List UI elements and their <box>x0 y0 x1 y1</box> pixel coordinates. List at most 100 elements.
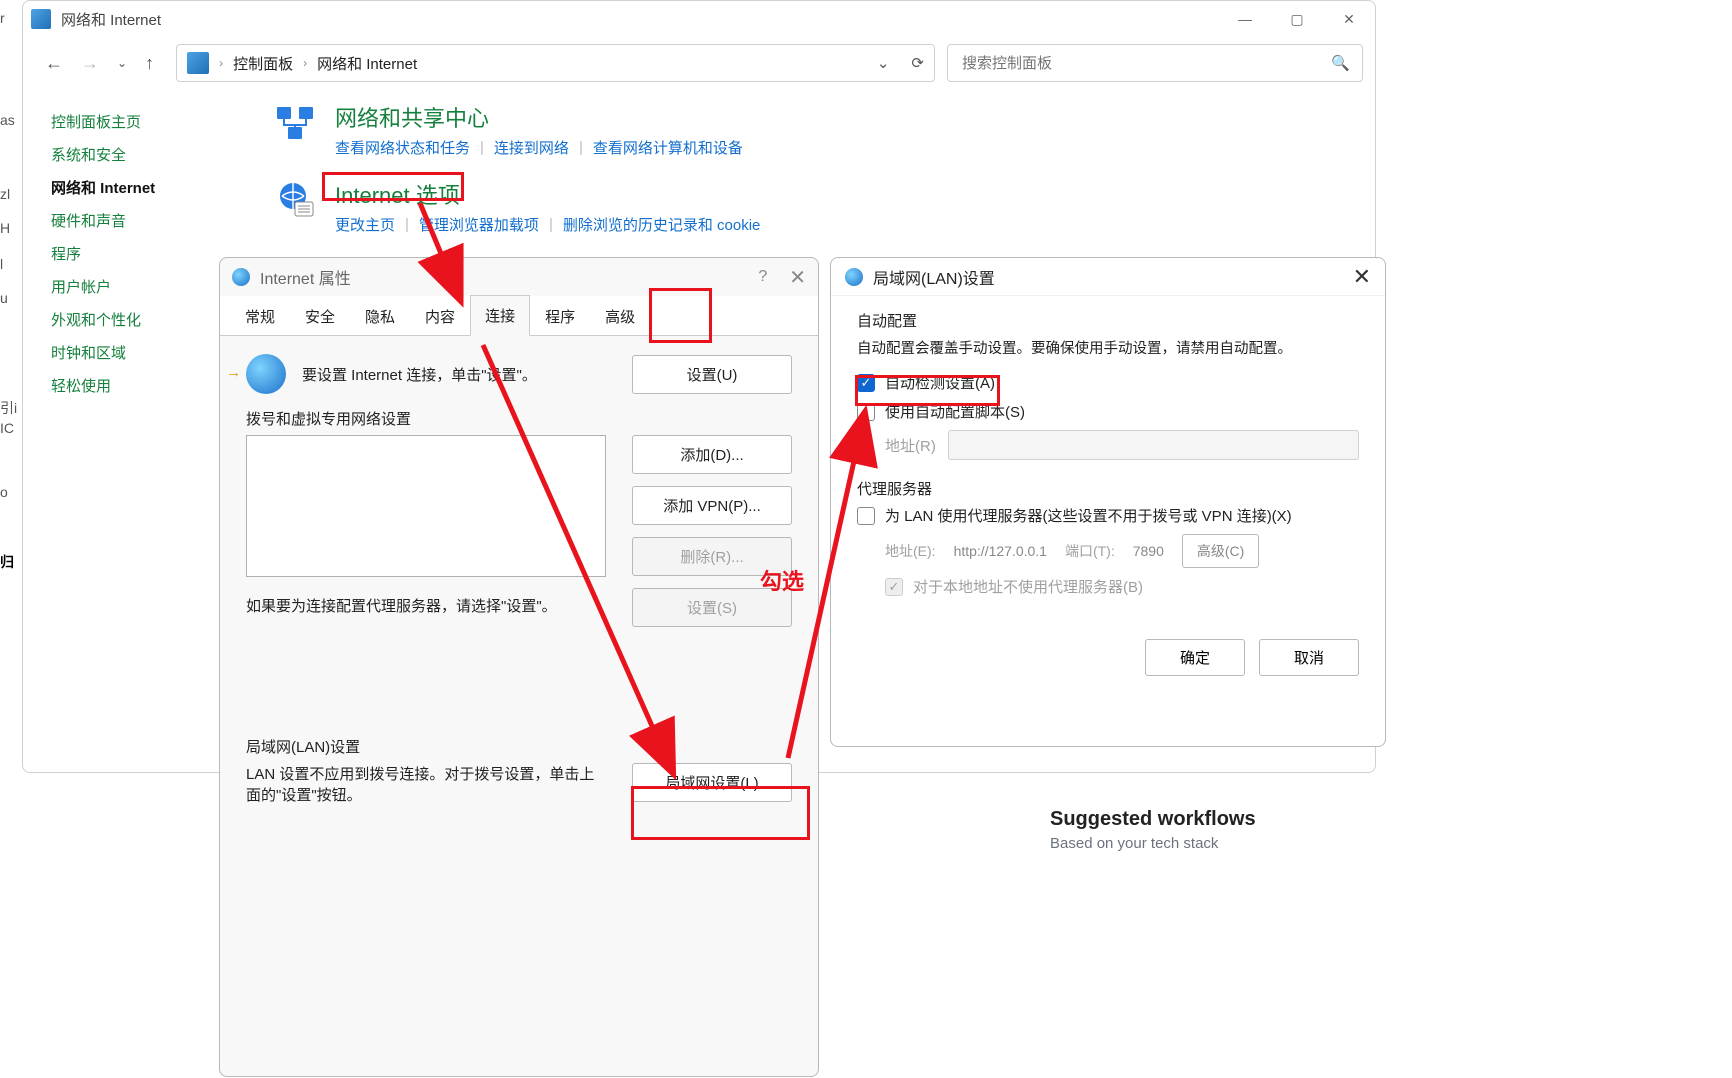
close-button[interactable]: ✕ <box>1323 1 1375 37</box>
breadcrumb-current[interactable]: 网络和 Internet <box>317 53 417 74</box>
sidebar-item-network[interactable]: 网络和 Internet <box>51 177 271 198</box>
network-sharing-icon <box>271 101 319 145</box>
link-manage-addons[interactable]: 管理浏览器加载项 <box>419 214 539 235</box>
proxy-port-value: 7890 <box>1133 543 1164 559</box>
fragment: zl <box>0 186 10 202</box>
dial-connections-listbox[interactable] <box>246 435 606 577</box>
fragment: u <box>0 290 8 306</box>
link-view-status[interactable]: 查看网络状态和任务 <box>335 137 470 158</box>
fragment: as <box>0 112 15 128</box>
proxy-group-label: 代理服务器 <box>857 478 1359 499</box>
lan-dialog-title: 局域网(LAN)设置 <box>873 265 995 289</box>
proxy-advanced-button: 高级(C) <box>1182 534 1259 568</box>
control-panel-icon <box>187 52 209 74</box>
forward-button[interactable]: → <box>81 53 99 74</box>
dialog-titlebar: Internet 属性 ? ✕ <box>220 258 818 296</box>
section-links-network: 查看网络状态和任务 | 连接到网络 | 查看网络计算机和设备 <box>335 137 743 158</box>
use-proxy-label: 为 LAN 使用代理服务器(这些设置不用于拨号或 VPN 连接)(X) <box>885 505 1292 526</box>
dialog-body: 要设置 Internet 连接，单击"设置"。 设置(U) 拨号和虚拟专用网络设… <box>220 336 818 837</box>
link-delete-history[interactable]: 删除浏览的历史记录和 cookie <box>563 214 761 235</box>
dialog-close-button[interactable]: ✕ <box>789 265 806 290</box>
internet-options-icon <box>271 178 319 222</box>
search-box[interactable]: 🔍 <box>947 44 1363 82</box>
auto-detect-row[interactable]: ✓ 自动检测设置(A) <box>857 372 1359 393</box>
search-input[interactable] <box>960 54 1311 73</box>
use-script-checkbox[interactable] <box>857 403 875 421</box>
fragment: IC <box>0 420 14 436</box>
sidebar-item-system[interactable]: 系统和安全 <box>51 144 271 165</box>
setup-text: 要设置 Internet 连接，单击"设置"。 <box>302 364 537 385</box>
tab-programs[interactable]: 程序 <box>530 296 590 336</box>
tab-advanced[interactable]: 高级 <box>590 296 650 336</box>
maximize-button[interactable]: ▢ <box>1271 1 1323 37</box>
bypass-local-checkbox: ✓ <box>885 578 903 596</box>
fragment: o <box>0 484 8 500</box>
internet-properties-dialog: Internet 属性 ? ✕ 常规 安全 隐私 内容 连接 程序 高级 要设置… <box>219 257 819 1077</box>
sidebar-item-home[interactable]: 控制面板主页 <box>51 111 271 132</box>
tab-security[interactable]: 安全 <box>290 296 350 336</box>
tab-privacy[interactable]: 隐私 <box>350 296 410 336</box>
use-script-label: 使用自动配置脚本(S) <box>885 401 1025 422</box>
proxy-address-label: 地址(E): <box>885 541 936 561</box>
lan-settings-dialog: 局域网(LAN)设置 ✕ 自动配置 自动配置会覆盖手动设置。要确保使用手动设置，… <box>830 257 1386 747</box>
internet-globe-icon <box>232 268 250 286</box>
back-button[interactable]: ← <box>45 53 63 74</box>
minimize-button[interactable]: — <box>1219 1 1271 37</box>
separator: | <box>549 216 553 233</box>
link-connect-network[interactable]: 连接到网络 <box>494 137 569 158</box>
separator: | <box>405 216 409 233</box>
script-address-label: 地址(R) <box>885 435 936 456</box>
setup-button[interactable]: 设置(U) <box>632 355 792 394</box>
section-title-network[interactable]: 网络和共享中心 <box>335 101 743 133</box>
bypass-local-label: 对于本地地址不使用代理服务器(B) <box>913 576 1143 597</box>
breadcrumb-root[interactable]: 控制面板 <box>233 53 293 74</box>
control-panel-monitor-icon <box>31 9 51 29</box>
use-proxy-checkbox[interactable] <box>857 507 875 525</box>
section-internet-options: Internet 选项 更改主页 | 管理浏览器加载项 | 删除浏览的历史记录和… <box>271 178 760 235</box>
search-icon[interactable]: 🔍 <box>1331 54 1350 72</box>
section-title-inetopt[interactable]: Internet 选项 <box>335 178 760 210</box>
settings-button: 设置(S) <box>632 588 792 627</box>
tab-connections[interactable]: 连接 <box>470 295 530 336</box>
section-network-sharing: 网络和共享中心 查看网络状态和任务 | 连接到网络 | 查看网络计算机和设备 <box>271 101 760 158</box>
lan-settings-button[interactable]: 局域网设置(L) <box>632 763 792 802</box>
lan-section-label: 局域网(LAN)设置 <box>246 736 792 757</box>
auto-config-help: 自动配置会覆盖手动设置。要确保使用手动设置，请禁用自动配置。 <box>857 337 1359 358</box>
sidebar-item-hardware[interactable]: 硬件和声音 <box>51 210 271 231</box>
use-script-row[interactable]: 使用自动配置脚本(S) <box>857 401 1359 422</box>
tab-strip: 常规 安全 隐私 内容 连接 程序 高级 <box>220 296 818 336</box>
fragment: H <box>0 220 10 236</box>
separator: | <box>480 139 484 156</box>
add-vpn-button[interactable]: 添加 VPN(P)... <box>632 486 792 525</box>
link-view-devices[interactable]: 查看网络计算机和设备 <box>593 137 743 158</box>
section-links-inetopt: 更改主页 | 管理浏览器加载项 | 删除浏览的历史记录和 cookie <box>335 214 760 235</box>
suggested-subtitle: Based on your tech stack <box>1050 835 1256 852</box>
chevron-right-icon[interactable]: › <box>303 56 307 70</box>
ok-button[interactable]: 确定 <box>1145 639 1245 676</box>
lan-globe-icon <box>845 268 863 286</box>
history-dropdown[interactable]: ⌄ <box>117 56 127 70</box>
remove-button: 删除(R)... <box>632 537 792 576</box>
address-dropdown[interactable]: ⌄ <box>877 54 890 72</box>
help-button[interactable]: ? <box>758 268 767 286</box>
dialog-title: Internet 属性 <box>260 265 351 289</box>
fragment: l <box>0 256 3 272</box>
up-button[interactable]: ↑ <box>145 53 154 74</box>
use-proxy-row[interactable]: 为 LAN 使用代理服务器(这些设置不用于拨号或 VPN 连接)(X) <box>857 505 1359 526</box>
link-change-homepage[interactable]: 更改主页 <box>335 214 395 235</box>
chevron-right-icon[interactable]: › <box>219 56 223 70</box>
lan-help-text: LAN 设置不应用到拨号连接。对于拨号设置，单击上面的"设置"按钮。 <box>246 763 606 805</box>
tab-general[interactable]: 常规 <box>230 296 290 336</box>
fragment: 引i <box>0 398 17 418</box>
refresh-button[interactable]: ⟳ <box>911 54 924 72</box>
tab-content[interactable]: 内容 <box>410 296 470 336</box>
window-controls: — ▢ ✕ <box>1219 1 1375 37</box>
toolbar: ← → ⌄ ↑ › 控制面板 › 网络和 Internet ⌄ ⟳ 🔍 <box>23 37 1375 89</box>
proxy-address-value: http://127.0.0.1 <box>954 543 1047 559</box>
connection-setup-icon <box>246 354 286 394</box>
lan-close-button[interactable]: ✕ <box>1353 264 1371 290</box>
auto-detect-checkbox[interactable]: ✓ <box>857 374 875 392</box>
cancel-button[interactable]: 取消 <box>1259 639 1359 676</box>
address-bar[interactable]: › 控制面板 › 网络和 Internet ⌄ ⟳ <box>176 44 935 82</box>
add-button[interactable]: 添加(D)... <box>632 435 792 474</box>
